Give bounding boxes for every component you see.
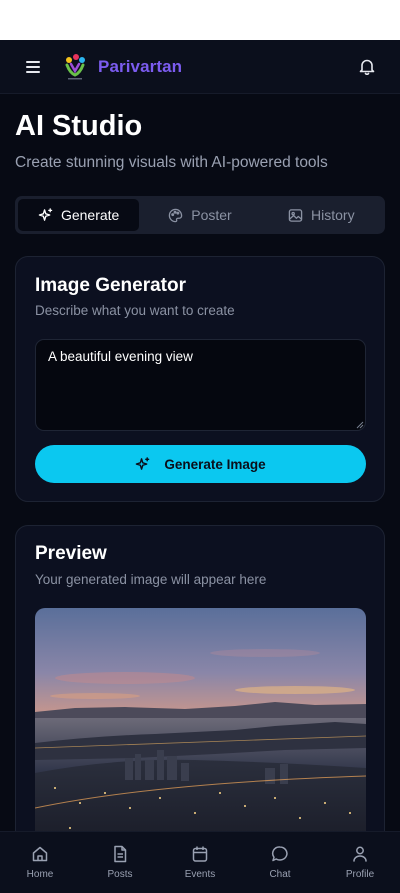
generate-image-button[interactable]: Generate Image	[35, 445, 366, 483]
bottom-navigation: Home Posts Events Chat Profile	[0, 831, 400, 893]
generator-title: Image Generator	[35, 275, 186, 296]
hamburger-menu-icon	[26, 60, 40, 73]
nav-item-posts[interactable]: Posts	[85, 845, 155, 880]
preview-subtitle: Your generated image will appear here	[35, 572, 267, 587]
document-icon	[114, 845, 127, 863]
menu-button[interactable]	[20, 54, 46, 80]
nav-label-posts: Posts	[107, 869, 133, 880]
app-screen: Parivartan AI Studio Create stunning vis…	[0, 40, 400, 893]
tab-poster-label: Poster	[191, 207, 232, 223]
nav-label-events: Events	[184, 869, 216, 880]
nav-item-home[interactable]: Home	[5, 845, 75, 880]
tab-generate[interactable]: Generate	[18, 199, 140, 231]
nav-item-profile[interactable]: Profile	[325, 845, 395, 880]
generate-button-label: Generate Image	[164, 456, 266, 472]
image-generator-card: Image Generator Describe what you want t…	[15, 256, 385, 502]
page-title: AI Studio	[15, 110, 143, 142]
brand-name[interactable]: Parivartan	[98, 57, 182, 77]
parivartan-logo[interactable]	[62, 53, 88, 81]
sparkles-icon	[38, 207, 53, 221]
notifications-button[interactable]	[354, 54, 380, 80]
studio-tabs: Generate Poster History	[15, 196, 385, 234]
prompt-textarea[interactable]: A beautiful evening view	[35, 339, 366, 431]
nav-item-chat[interactable]: Chat	[245, 845, 315, 880]
calendar-icon	[192, 846, 208, 862]
tab-generate-label: Generate	[60, 207, 120, 223]
image-icon	[288, 208, 303, 222]
tab-poster[interactable]: Poster	[139, 199, 260, 231]
prompt-text: A beautiful evening view	[48, 349, 193, 364]
main-content: AI Studio Create stunning visuals with A…	[0, 94, 400, 831]
user-icon	[353, 846, 367, 862]
top-header: Parivartan	[0, 40, 400, 94]
nav-item-events[interactable]: Events	[165, 845, 235, 880]
preview-title: Preview	[35, 543, 107, 564]
nav-label-home: Home	[26, 869, 54, 880]
page-subtitle: Create stunning visuals with AI-powered …	[15, 154, 328, 171]
palette-icon	[169, 208, 183, 222]
resize-handle-icon[interactable]	[356, 421, 364, 429]
generated-image	[35, 608, 366, 831]
chat-bubble-icon	[272, 846, 288, 862]
tab-history[interactable]: History	[261, 199, 382, 231]
nav-label-chat: Chat	[269, 869, 291, 880]
nav-label-profile: Profile	[345, 869, 375, 880]
preview-card: Preview Your generated image will appear…	[15, 525, 385, 831]
tab-history-label: History	[311, 207, 355, 223]
sparkles-icon	[136, 456, 150, 470]
bell-icon	[359, 59, 375, 75]
generator-subtitle: Describe what you want to create	[35, 303, 235, 318]
home-icon	[32, 846, 48, 862]
